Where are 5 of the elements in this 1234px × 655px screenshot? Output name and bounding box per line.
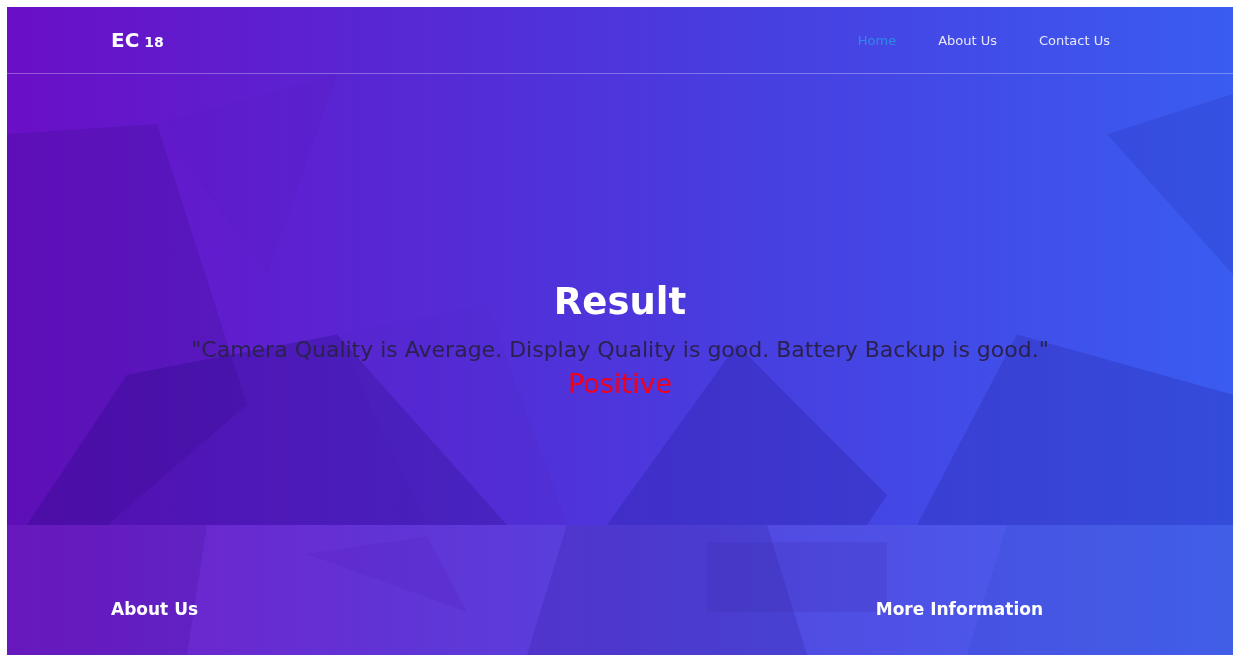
footer-heading: More Information — [875, 599, 1043, 619]
nav-link[interactable]: Contact Us — [1039, 32, 1110, 48]
brand-logo[interactable]: EC 18 — [111, 28, 164, 52]
nav-link[interactable]: About Us — [938, 32, 997, 48]
footer-heading: About Us — [111, 599, 199, 619]
